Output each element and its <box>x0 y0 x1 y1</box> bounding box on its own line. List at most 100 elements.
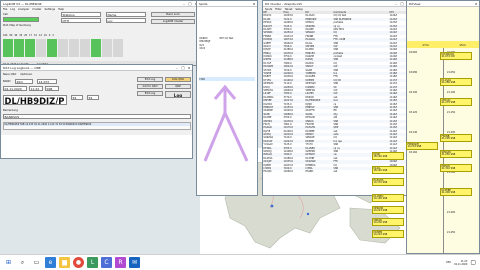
windows-start-icon[interactable]: ⊞ <box>3 257 14 268</box>
edit-log-2-button[interactable]: Edit Log <box>137 91 163 96</box>
band-cell <box>57 39 69 57</box>
add-to-qso-button[interactable]: Add to QSO <box>137 84 163 89</box>
close-icon[interactable]: × <box>473 2 479 6</box>
name-field[interactable]: Name <box>106 12 146 17</box>
spot-label[interactable]: DL2LL 18.140 SSB <box>372 166 404 175</box>
mode-select[interactable]: SSB <box>45 86 59 91</box>
close-icon[interactable]: × <box>251 2 257 6</box>
spots-list: DK9DX 807 CQ Test DM2DDJP IK/2 OK/2 <box>199 37 255 51</box>
arrow-annotation <box>203 84 249 162</box>
time-input[interactable]: 11:22 <box>29 86 43 91</box>
spot-label[interactable]: DL5EBE 21.290 SSB <box>440 188 472 197</box>
spot-label[interactable]: SP9GKV 21.250 SSB <box>440 150 472 159</box>
menu-file[interactable]: File <box>3 8 7 11</box>
bandmap-titlebar[interactable]: DXView × <box>407 1 479 7</box>
spot-label[interactable]: HB9DIZ/P 14.233 SSB <box>406 142 438 151</box>
spot-label[interactable]: DJ3JD 18.140 SSB <box>372 152 404 161</box>
qso-titlebar[interactable]: DXX Log Logbook — ONE – □ × <box>1 65 192 71</box>
bandmap-title: DXView <box>409 1 421 6</box>
cluster-button[interactable]: Log4OM Cluster <box>151 19 195 24</box>
spot-label[interactable]: EA3GHS 14.170 SSB <box>372 178 404 187</box>
spot-label[interactable]: OH6UQ 21.275 SSB <box>440 98 472 107</box>
spot-label[interactable]: OE4RIW 14.223 SSB <box>372 206 404 215</box>
table-cell: ES4RD <box>305 170 314 174</box>
cluster-rows: DK1VC 14203.0 DL1SAS CQ CQ test 1124Z DL1PL 71… <box>263 14 411 173</box>
edit-log-button[interactable]: Edit Log <box>137 77 163 82</box>
remark-input[interactable]: BANDSUS <box>3 114 191 119</box>
band-2[interactable]: 2 <box>52 34 53 37</box>
band-10[interactable]: 10 <box>44 34 47 37</box>
qso-call-input[interactable]: DL/HB9DIZ/P <box>3 95 67 105</box>
band-cell <box>101 39 113 57</box>
band-20[interactable]: 20 <box>24 34 27 37</box>
edge-icon[interactable]: e <box>45 257 56 268</box>
qso-empty-area <box>1 135 192 158</box>
search-icon[interactable]: ⌕ <box>17 257 28 268</box>
band-80[interactable]: 80 <box>9 34 12 37</box>
header-17m[interactable]: 17m <box>407 43 444 47</box>
date-input[interactable]: 02.11.2020 <box>3 86 27 91</box>
locator-field[interactable]: Loc <box>106 18 146 23</box>
tab-new-qso[interactable]: Neue QSO <box>3 73 16 76</box>
qso-summary-row[interactable]: DL/HB9DIZ/P SSB 14.233 02.11.2020 11:22 … <box>4 123 190 127</box>
explorer-icon[interactable]: ▆ <box>59 257 70 268</box>
band-40[interactable]: 40 <box>14 34 17 37</box>
task-view-icon[interactable]: ▭ <box>31 257 42 268</box>
freq-input[interactable]: 14.233 <box>37 79 57 84</box>
log-qso-button[interactable]: LOG QSO <box>165 77 191 82</box>
menu-settings[interactable]: Settings <box>45 8 56 11</box>
spot-label[interactable]: F6KNB 21.205 SSB <box>440 134 472 143</box>
band-15[interactable]: 15 <box>34 34 37 37</box>
spot-freq: 14.222 SSB <box>373 233 388 237</box>
band-160[interactable]: 160 <box>3 34 7 37</box>
menu-help[interactable]: Help <box>58 8 64 11</box>
rst-sent-input[interactable]: 59 <box>71 95 83 100</box>
system-tray: DEU 11:23 02.11.2020 ▢ <box>446 259 480 266</box>
band-cell <box>68 39 80 57</box>
log-button[interactable]: Log <box>165 91 191 98</box>
clock[interactable]: 11:23 02.11.2020 <box>454 260 467 266</box>
radio-app-icon[interactable]: R <box>115 257 126 268</box>
band-lock-button[interactable]: Band Lock <box>151 12 195 17</box>
spot-freq: 14.230 SSB <box>373 221 388 225</box>
lang-indicator[interactable]: DEU <box>446 261 451 264</box>
band-6[interactable]: 6 <box>49 34 50 37</box>
mail-icon[interactable]: ✉ <box>129 257 140 268</box>
spot-label[interactable]: DK3BM 14.222 SSB <box>372 230 404 239</box>
rst-rcvd-input[interactable]: 59 <box>87 95 99 100</box>
tab-options[interactable]: Optionen <box>20 73 32 76</box>
chrome-icon[interactable]: ● <box>73 257 84 268</box>
band-cell <box>46 39 58 57</box>
band-select[interactable]: 20m <box>15 79 33 84</box>
spot-label[interactable]: DL1SAS 21.280 SSB <box>440 78 472 87</box>
notification-icon[interactable]: ▢ <box>470 259 476 266</box>
spots-title: Spots <box>199 1 208 6</box>
band-12[interactable]: 12 <box>39 34 42 37</box>
cluster-app-icon[interactable]: C <box>101 257 112 268</box>
spots-titlebar[interactable]: Spots × <box>197 1 257 7</box>
freq-tick-15m: 21.450 <box>447 231 456 234</box>
call-input[interactable] <box>3 17 39 22</box>
list-item[interactable]: OK/2 <box>199 47 255 50</box>
freq-tick-17m: 18.120 <box>409 111 418 114</box>
stations-field[interactable]: Stations <box>61 12 101 17</box>
menu-log[interactable]: Log <box>10 8 15 11</box>
spot-label[interactable]: DL1NEO 14.190 SSB <box>372 194 404 203</box>
spot-label[interactable]: M0SDV 21.310 SSB <box>440 164 472 173</box>
qth-field[interactable]: QTH <box>61 18 101 23</box>
freq-scale-17m: 18.060 18.080 18.100 18.120 18.140 18.160 <box>409 51 417 171</box>
menu-cluster[interactable]: Cluster <box>32 8 41 11</box>
spot-label[interactable]: DO4WOLD 21.074 CW <box>440 52 472 61</box>
spot-label[interactable]: ON6CK 14.230 SSB <box>372 218 404 227</box>
qrz-button[interactable]: QRZ <box>165 84 191 89</box>
bandmap-window: DXView × 17m 15m 18.060 18.080 18.100 18.12… <box>406 0 480 254</box>
header-15m[interactable]: 15m <box>444 43 479 47</box>
table-cell: ES1QD <box>263 170 272 174</box>
spot-freq: 18.140 SSB <box>373 169 388 173</box>
log-app-icon[interactable]: L <box>87 257 98 268</box>
menu-analyzer[interactable]: Analyzer <box>18 8 29 11</box>
spot-freq: 14.170 SSB <box>373 181 388 185</box>
close-icon[interactable]: × <box>186 66 192 70</box>
band-17[interactable]: 17 <box>29 34 32 37</box>
band-30[interactable]: 30 <box>19 34 22 37</box>
